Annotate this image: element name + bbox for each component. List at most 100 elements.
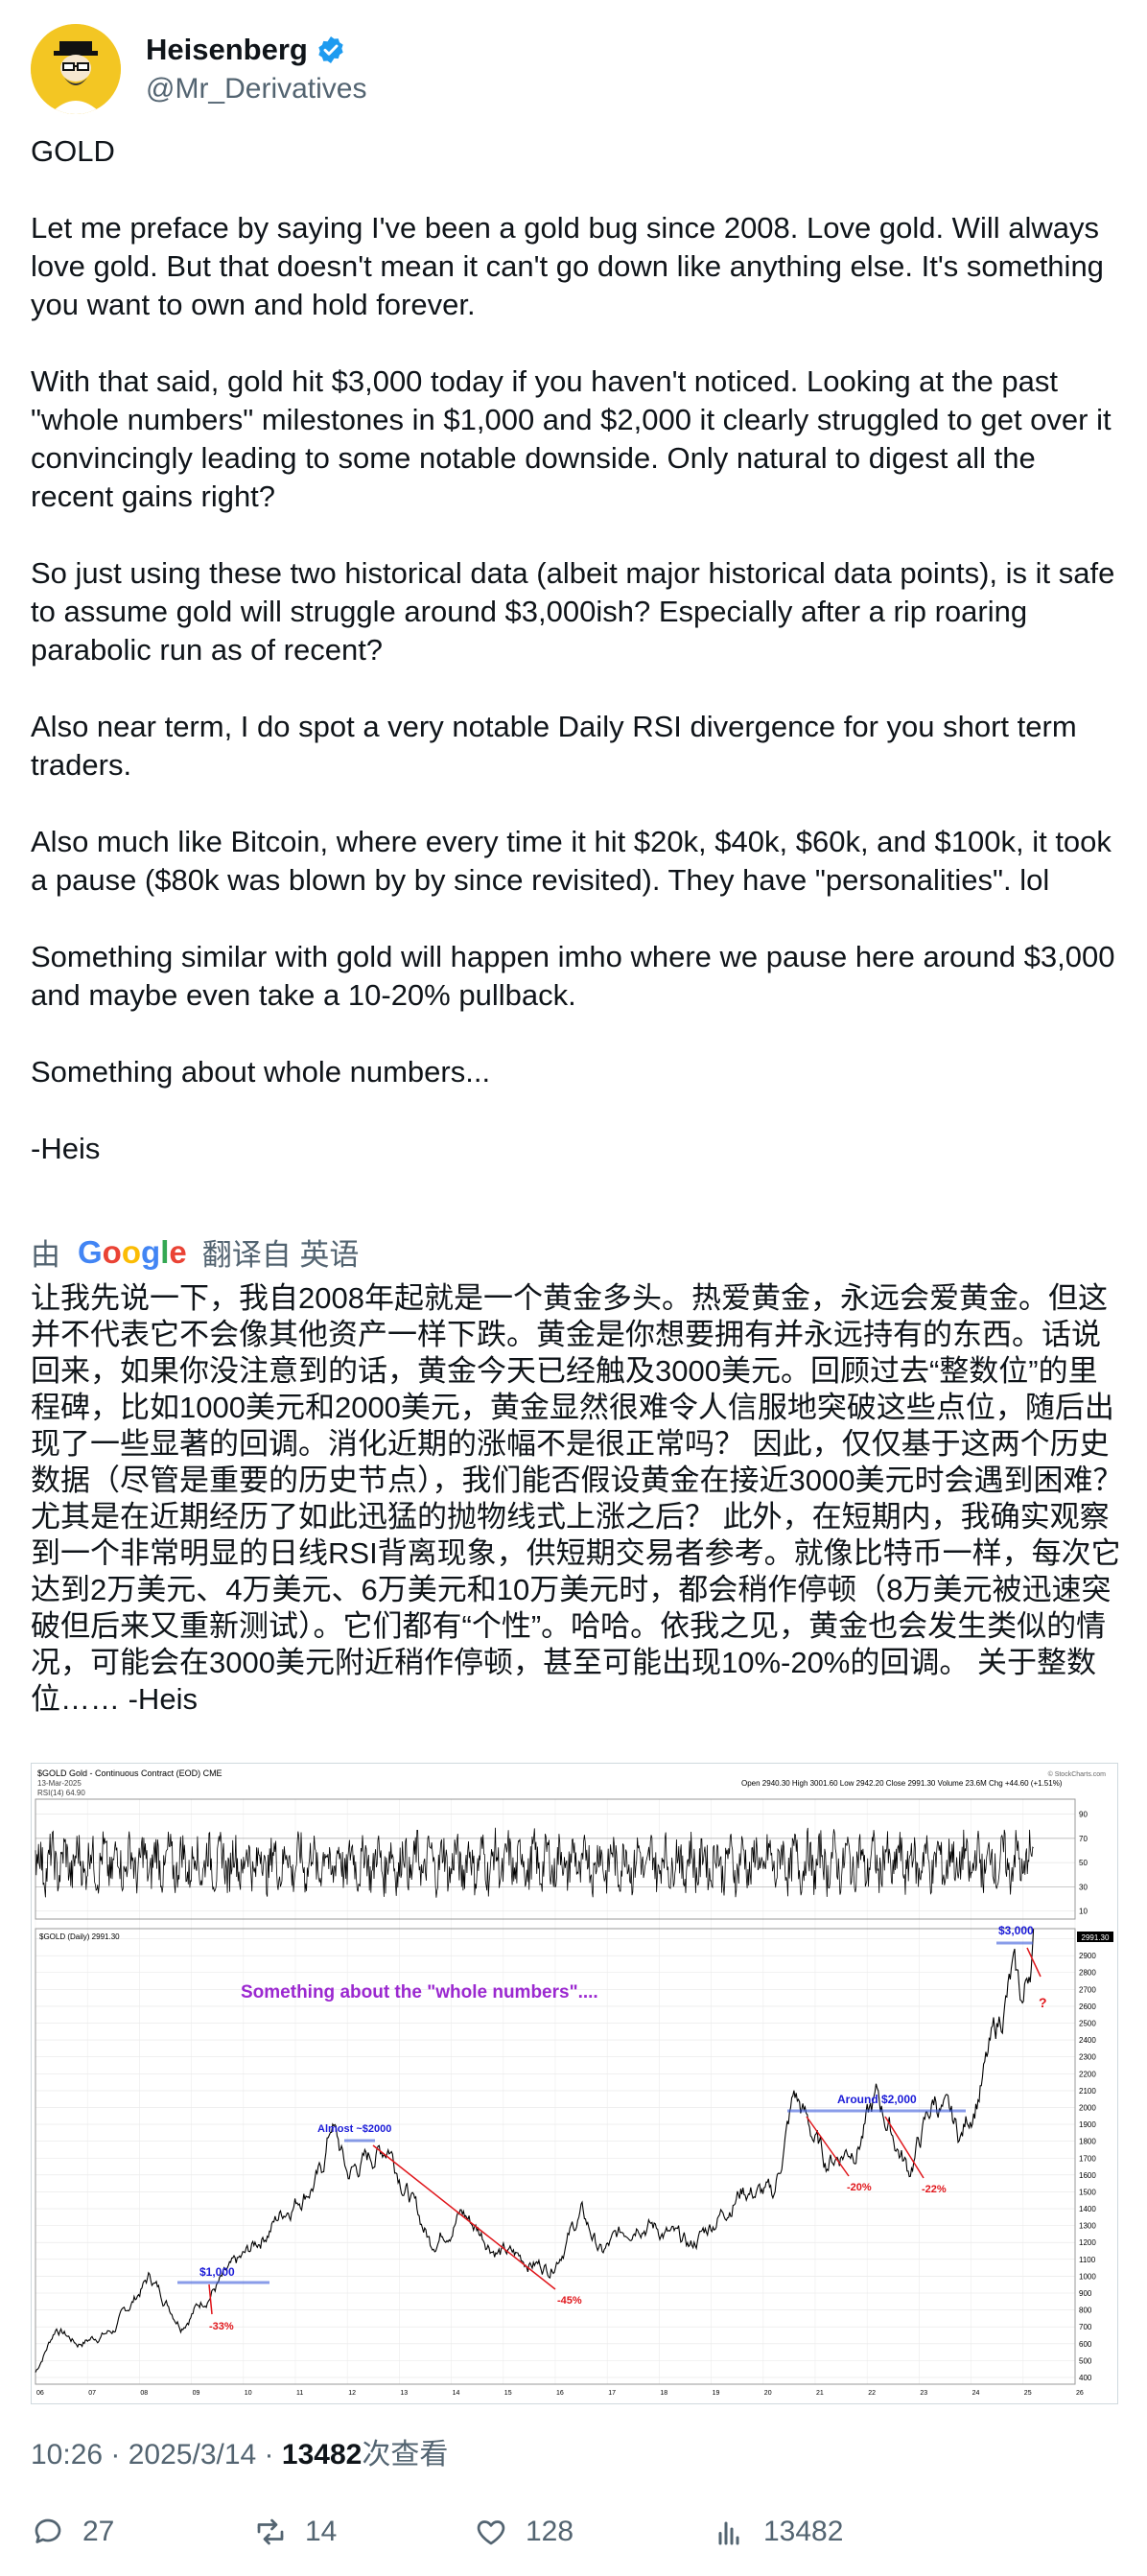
price-tick: 2500 [1079,2020,1096,2028]
rsi-tick: 10 [1079,1908,1088,1916]
label-minus33: -33% [209,2321,234,2332]
heart-icon [477,2520,505,2545]
reply-count: 27 [82,2516,115,2547]
year-tick: 25 [1024,2390,1032,2397]
rsi-tick: 70 [1079,1835,1088,1843]
verified-badge-icon [318,36,343,63]
year-tick: 19 [713,2390,720,2397]
price-tick: 2300 [1079,2053,1096,2062]
views-suffix: 次查看 [362,2439,449,2471]
year-tick: 10 [245,2390,252,2397]
label-question: ? [1039,1995,1047,2010]
gold-chart-svg: $GOLD Gold - Continuous Contract (EOD) C… [32,1764,1117,2403]
year-tick: 21 [816,2390,824,2397]
label-minus45: -45% [557,2295,582,2307]
year-tick: 20 [764,2390,772,2397]
year-tick: 22 [868,2390,876,2397]
year-tick: 16 [556,2390,564,2397]
post-meta: 10:26 · 2025/3/14 · 13482次查看 [31,2439,449,2471]
label-minus22: -22% [922,2184,947,2195]
reply-icon [35,2518,61,2543]
display-name-row: Heisenberg [146,33,367,67]
label-3000: $3,000 [998,1924,1034,1937]
price-tick: 1500 [1079,2188,1096,2196]
last-price-tag: 2991.30 [1082,1933,1110,1942]
avatar[interactable] [31,24,121,114]
price-label: $GOLD (Daily) 2991.30 [39,1932,120,1941]
price-tick: 2200 [1079,2070,1096,2078]
year-tick: 23 [920,2390,927,2397]
like-button[interactable]: 128 [474,2515,574,2549]
year-tick: 18 [660,2390,667,2397]
year-tick: 13 [400,2390,408,2397]
chart-headline: Something about the "whole numbers".... [241,1982,598,2002]
price-tick: 500 [1079,2356,1092,2365]
label-around-2000: Around $2,000 [837,2093,917,2106]
reply-button[interactable]: 27 [31,2515,114,2549]
year-tick: 08 [140,2390,148,2397]
attached-chart-image[interactable]: $GOLD Gold - Continuous Contract (EOD) C… [31,1763,1118,2404]
year-tick: 06 [36,2390,44,2397]
price-tick: 2000 [1079,2103,1096,2112]
price-tick: 1900 [1079,2120,1096,2129]
year-tick: 12 [348,2390,356,2397]
rsi-tick: 90 [1079,1811,1088,1819]
analytics-icon [718,2521,739,2545]
price-tick: 2900 [1079,1952,1096,1960]
post-time[interactable]: 10:26 [31,2439,103,2471]
price-tick: 900 [1079,2289,1092,2298]
year-tick: 26 [1076,2390,1084,2397]
price-tick: 2600 [1079,2002,1096,2011]
year-tick: 11 [296,2390,303,2397]
ohlc-readout: Open 2940.30 High 3001.60 Low 2942.20 Cl… [741,1779,1063,1788]
repost-icon [257,2518,284,2545]
price-tick: 1400 [1079,2205,1096,2213]
year-tick: 17 [608,2390,616,2397]
price-tick: 700 [1079,2323,1092,2331]
price-tick: 1100 [1079,2256,1096,2264]
post-header: Heisenberg @Mr_Derivatives [31,21,367,117]
rsi-tick: 30 [1079,1883,1088,1891]
price-tick: 2100 [1079,2087,1096,2096]
translate-suffix: 翻译自 英语 [201,1238,360,1272]
year-tick: 14 [453,2390,460,2397]
year-tick: 24 [972,2390,980,2397]
price-tick: 600 [1079,2340,1092,2349]
rsi-tick: 50 [1079,1859,1088,1867]
repost-button[interactable]: 14 [253,2515,337,2549]
chart-header-left: $GOLD Gold - Continuous Contract (EOD) C… [37,1768,222,1778]
rsi-label: RSI(14) 64.90 [37,1789,85,1797]
year-tick: 07 [88,2390,96,2397]
post-text: GOLD Let me preface by saying I've been … [31,134,1115,1165]
label-almost-2000: Almost ~$2000 [317,2123,391,2135]
user-handle[interactable]: @Mr_Derivatives [146,73,367,105]
display-name[interactable]: Heisenberg [146,33,308,67]
label-1000: $1,000 [199,2265,235,2279]
year-tick: 15 [504,2390,512,2397]
chart-date: 13-Mar-2025 [37,1779,82,1788]
price-tick: 1200 [1079,2238,1096,2247]
price-tick: 800 [1079,2307,1092,2315]
like-count: 128 [526,2516,574,2547]
views-count: 13482 [763,2516,844,2547]
translated-text: 让我先说一下，我自2008年起就是一个黄金多头。热爱黄金，永远会爱黄金。但这并不… [31,1281,1123,1716]
google-logo: Google [78,1233,187,1270]
repost-count: 14 [305,2516,338,2547]
view-count: 13482 [281,2439,363,2471]
heisenberg-avatar-icon [31,24,121,114]
chart-watermark: © StockCharts.com [1048,1770,1107,1778]
price-tick: 1800 [1079,2138,1096,2146]
price-tick: 1600 [1079,2171,1096,2180]
views-button[interactable]: 13482 [712,2515,843,2549]
action-bar: 27 14 128 13482 [31,2515,1116,2557]
translate-prefix: 由 [31,1238,60,1272]
price-tick: 2400 [1079,2036,1096,2045]
price-tick: 1700 [1079,2154,1096,2163]
label-minus20: -20% [847,2182,872,2193]
post-date[interactable]: 2025/3/14 [129,2439,256,2471]
price-tick: 1000 [1079,2272,1096,2281]
price-tick: 2800 [1079,1969,1096,1978]
year-tick: 09 [193,2390,200,2397]
translation-attribution[interactable]: 由 Google 翻译自 英语 [31,1230,359,1274]
price-tick: 2700 [1079,1985,1096,1994]
